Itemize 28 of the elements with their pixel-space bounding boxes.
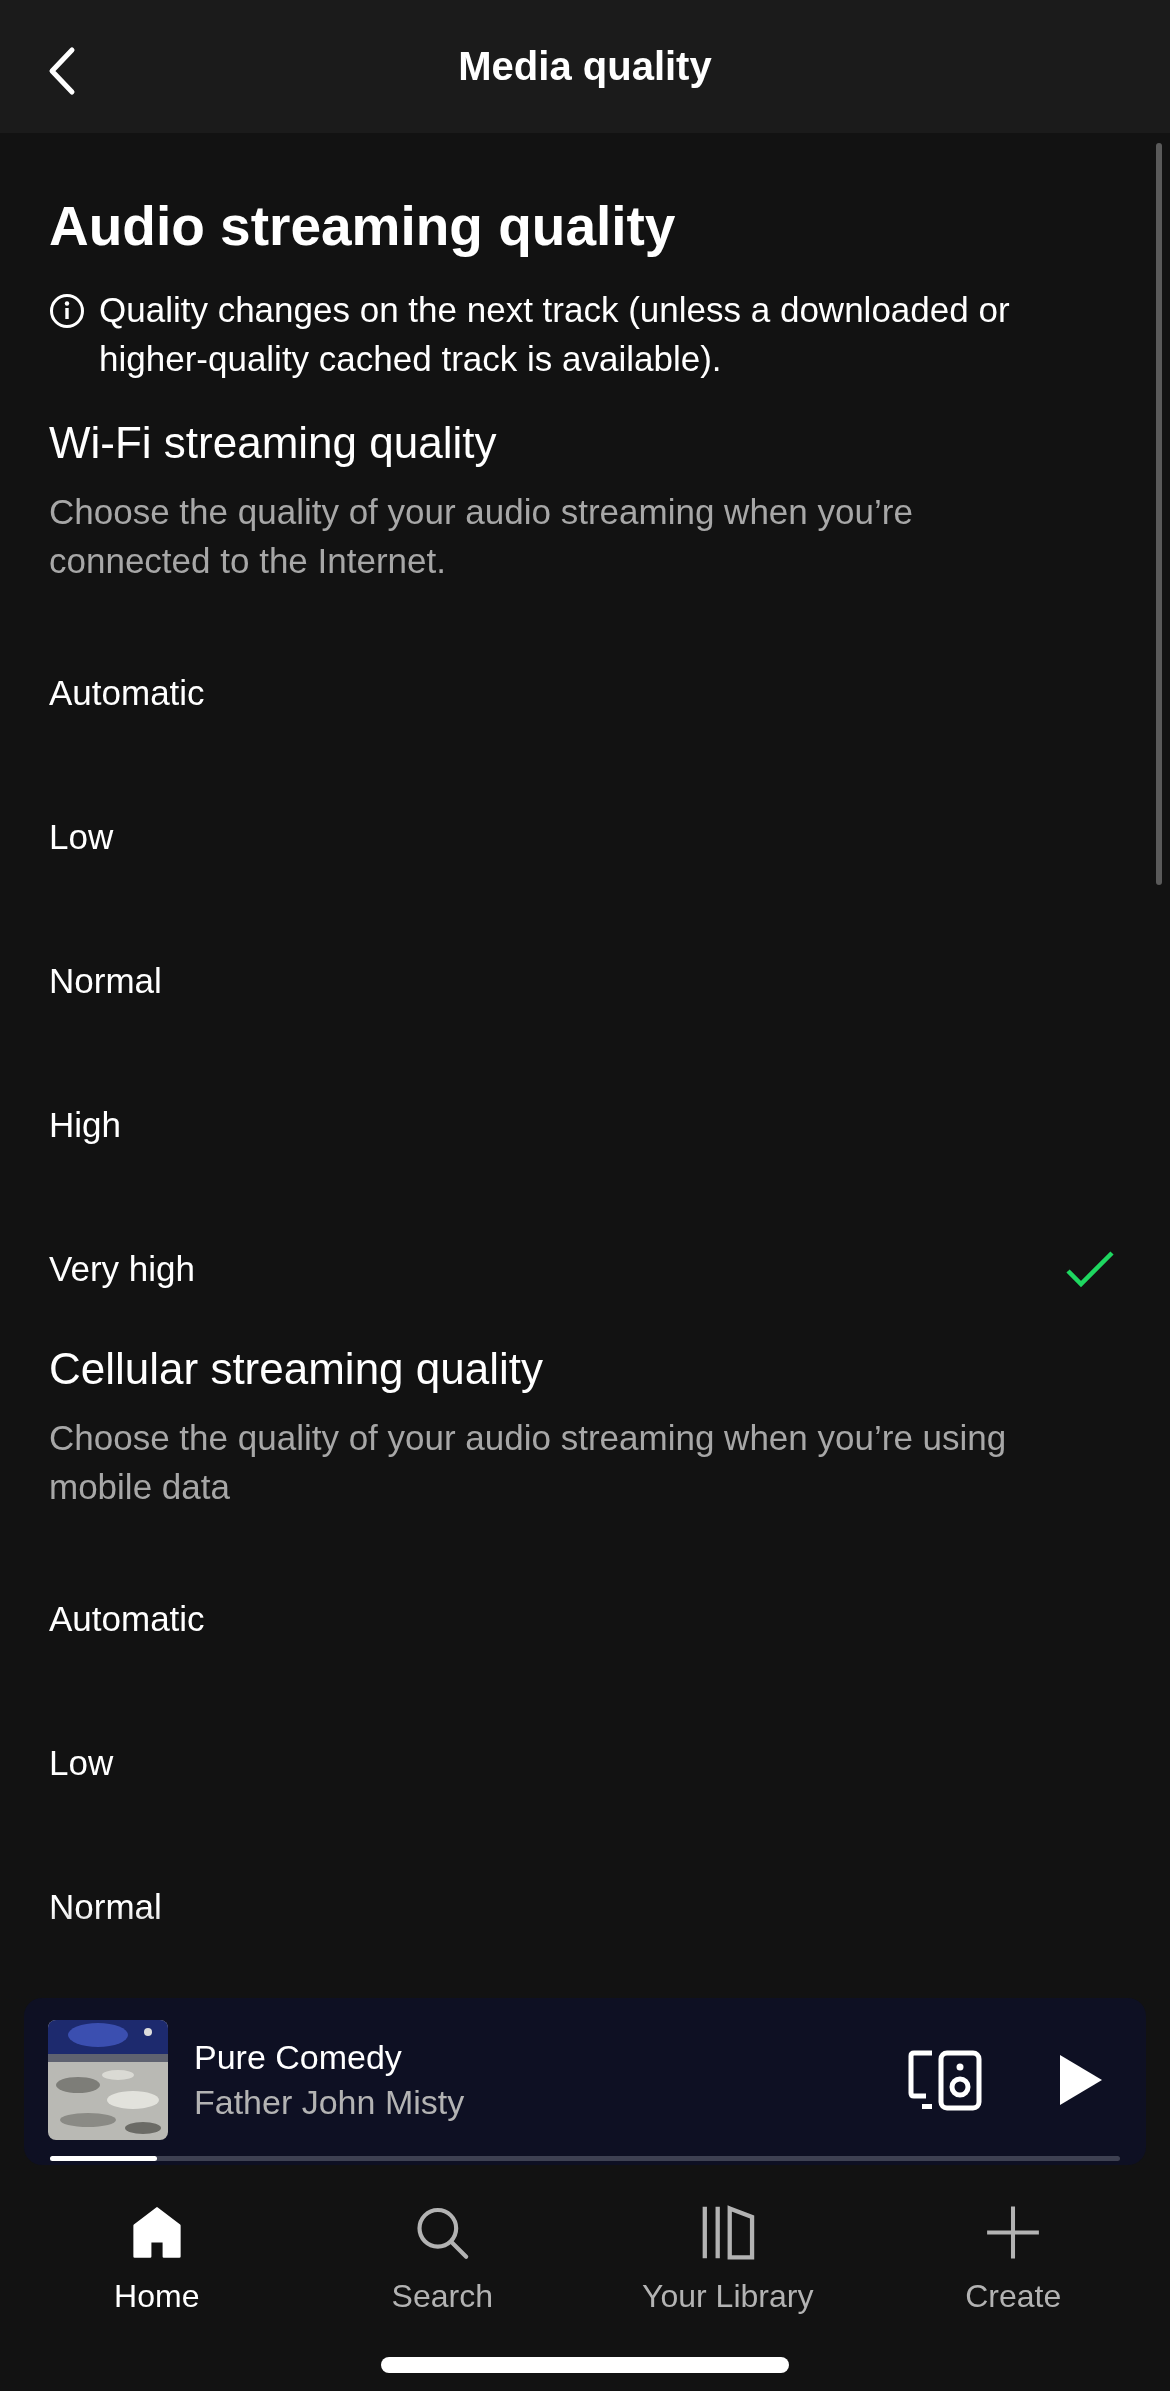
play-icon [1058, 2053, 1104, 2107]
quality-option[interactable]: Normal [49, 961, 162, 1001]
track-title[interactable]: Pure Comedy [194, 2038, 882, 2077]
info-icon [49, 293, 85, 329]
scrollbar[interactable] [1156, 143, 1162, 885]
artist-name[interactable]: Father John Misty [194, 2083, 882, 2122]
devices-icon [908, 2049, 982, 2111]
quality-option[interactable]: High [49, 1105, 121, 1145]
info-text: Quality changes on the next track (unless a downloaded or higher-quality cached track is available). [99, 289, 1011, 380]
quality-option[interactable]: Normal [49, 1887, 162, 1927]
page-title: Media quality [458, 44, 712, 89]
nav-tab[interactable]: Your Library [585, 2205, 871, 2315]
progress-bar[interactable] [50, 2156, 1120, 2161]
nav-tab[interactable]: Home [14, 2205, 300, 2315]
nav-tab[interactable]: Create [870, 2205, 1156, 2315]
group-description: Choose the quality of your audio streaming when you’re using mobile data [49, 1417, 1008, 1508]
quality-option[interactable]: Low [49, 817, 114, 857]
quality-option[interactable]: Very high [49, 1249, 195, 1289]
section-title: Audio streaming quality [49, 194, 677, 259]
quality-option[interactable]: Automatic [49, 1599, 205, 1639]
nav-tab[interactable]: Search [299, 2205, 585, 2315]
group-title: Cellular streaming quality [49, 1343, 544, 1395]
group-description: Choose the quality of your audio streaming when you’re connected to the Internet. [49, 491, 914, 582]
quality-option[interactable]: Automatic [49, 673, 205, 713]
group-title: Wi-Fi streaming quality [49, 417, 498, 469]
devices-button[interactable] [908, 2049, 982, 2111]
quality-option[interactable]: Low [49, 1743, 114, 1783]
play-button[interactable] [1058, 2053, 1104, 2107]
